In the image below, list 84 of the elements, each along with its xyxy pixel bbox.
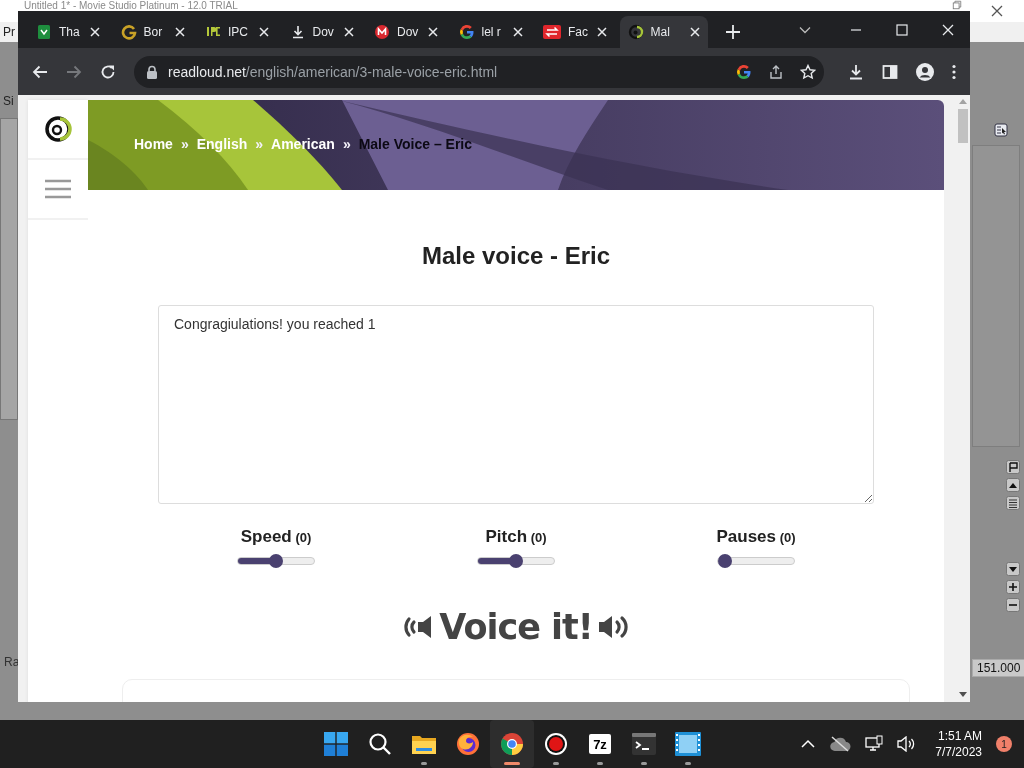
logo-icon (627, 24, 644, 40)
m-circle-icon (374, 24, 390, 40)
panel-label: Ra (4, 655, 20, 669)
swap-arrows-icon (543, 25, 561, 39)
slider-track[interactable] (477, 557, 555, 565)
tab-title: Tha (59, 25, 81, 39)
reload-icon[interactable] (100, 63, 116, 80)
lock-icon (146, 64, 158, 79)
taskbar-button[interactable] (490, 720, 534, 768)
firefox-icon[interactable] (456, 732, 480, 756)
value-field: 151.000 (972, 659, 1024, 677)
chrome-icon[interactable] (500, 732, 524, 756)
scrollbar-thumb[interactable] (958, 109, 968, 143)
slider-label: Pitch (0) (485, 526, 547, 548)
volume-icon[interactable] (897, 736, 916, 752)
slider-thumb[interactable] (509, 554, 523, 568)
tab-title: lel r (481, 25, 502, 39)
tab-title: Bor (143, 25, 164, 39)
cloud-offline-icon[interactable] (829, 736, 852, 752)
menu-icon[interactable] (952, 63, 956, 80)
toolbar-icon[interactable] (994, 123, 1008, 137)
clock-date[interactable]: 7/7/2023 (935, 744, 982, 760)
browser-tab[interactable]: Bor (112, 16, 193, 48)
record-icon[interactable] (544, 732, 568, 756)
breadcrumb-separator: » (342, 136, 351, 152)
notification-badge[interactable]: 1 (996, 736, 1012, 752)
browser-tab[interactable]: Dov (366, 16, 446, 48)
network-icon[interactable] (865, 735, 884, 753)
google-icon (736, 63, 752, 80)
scroll-handle-icon[interactable] (1006, 496, 1020, 510)
voice-button[interactable]: Voice it! (401, 607, 631, 647)
page-title: Male voice - Eric (421, 241, 611, 271)
logo-icon[interactable] (44, 115, 72, 143)
flag-icon[interactable] (1006, 460, 1020, 474)
browser-tab[interactable]: Dov (281, 16, 362, 48)
text-input[interactable]: Congragiulations! you reached 1 (158, 305, 874, 504)
slider-track[interactable] (717, 557, 795, 565)
chevron-up-icon[interactable] (801, 739, 816, 749)
url-text: readloud.net/english/american/3-male-voice-eric.html (168, 63, 499, 80)
restore-icon[interactable] (952, 0, 962, 10)
share-icon[interactable] (768, 63, 784, 80)
browser-tab[interactable]: Fac (535, 16, 615, 48)
archive-app-icon[interactable]: 7z (589, 734, 611, 754)
address-bar[interactable]: readloud.net/english/american/3-male-voice-eric.html (134, 55, 824, 88)
slider-label: Pauses (0) (716, 526, 796, 548)
breadcrumb-separator: » (180, 136, 189, 152)
back-arrow-icon[interactable] (32, 63, 48, 80)
search-icon[interactable] (368, 732, 392, 756)
slider-track[interactable] (237, 557, 315, 565)
tab-title: Dov (312, 25, 335, 39)
folder-icon[interactable] (411, 733, 437, 755)
new-tab-icon[interactable] (726, 24, 740, 39)
profile-icon[interactable] (916, 62, 934, 81)
clock-time[interactable]: 1:51 AM (937, 728, 982, 744)
google-icon (458, 24, 475, 40)
tab-title: Dov (397, 25, 420, 39)
g-letter-icon (120, 24, 137, 40)
star-icon[interactable] (800, 63, 816, 80)
down-arrow-icon[interactable] (959, 692, 967, 697)
side-panel-icon[interactable] (882, 63, 898, 80)
windows-start-icon[interactable] (324, 732, 348, 756)
speaker-icon (596, 613, 631, 641)
browser-tab[interactable]: Tha (28, 16, 108, 48)
taskbar-button[interactable]: 7z (578, 720, 622, 768)
browser-tab[interactable]: lel r (450, 16, 531, 48)
browser-tab[interactable]: Mal (619, 16, 708, 48)
slider-thumb[interactable] (718, 554, 732, 568)
browser-tab[interactable]: IPC (197, 16, 277, 48)
slider-thumb[interactable] (269, 554, 283, 568)
minus-icon[interactable] (1006, 598, 1020, 612)
panel-label: Pr (3, 25, 15, 39)
download-icon[interactable] (848, 63, 864, 80)
tab-title: IPC (228, 25, 249, 39)
maximize-icon[interactable] (896, 23, 908, 36)
close-icon[interactable] (991, 5, 1003, 17)
plus-icon[interactable] (1006, 580, 1020, 594)
tab-title: Fac (568, 25, 589, 39)
slider-label: Speed (0) (240, 526, 312, 548)
breadcrumb-separator: » (255, 136, 264, 152)
window-title: Untitled 1* - Movie Studio Platinum - 12.0 TRIAL (24, 0, 238, 11)
panel-label: Si (3, 94, 14, 108)
terminal-icon[interactable] (632, 733, 656, 755)
spreadsheet-icon (36, 24, 52, 40)
tab-title: Mal (650, 25, 671, 39)
